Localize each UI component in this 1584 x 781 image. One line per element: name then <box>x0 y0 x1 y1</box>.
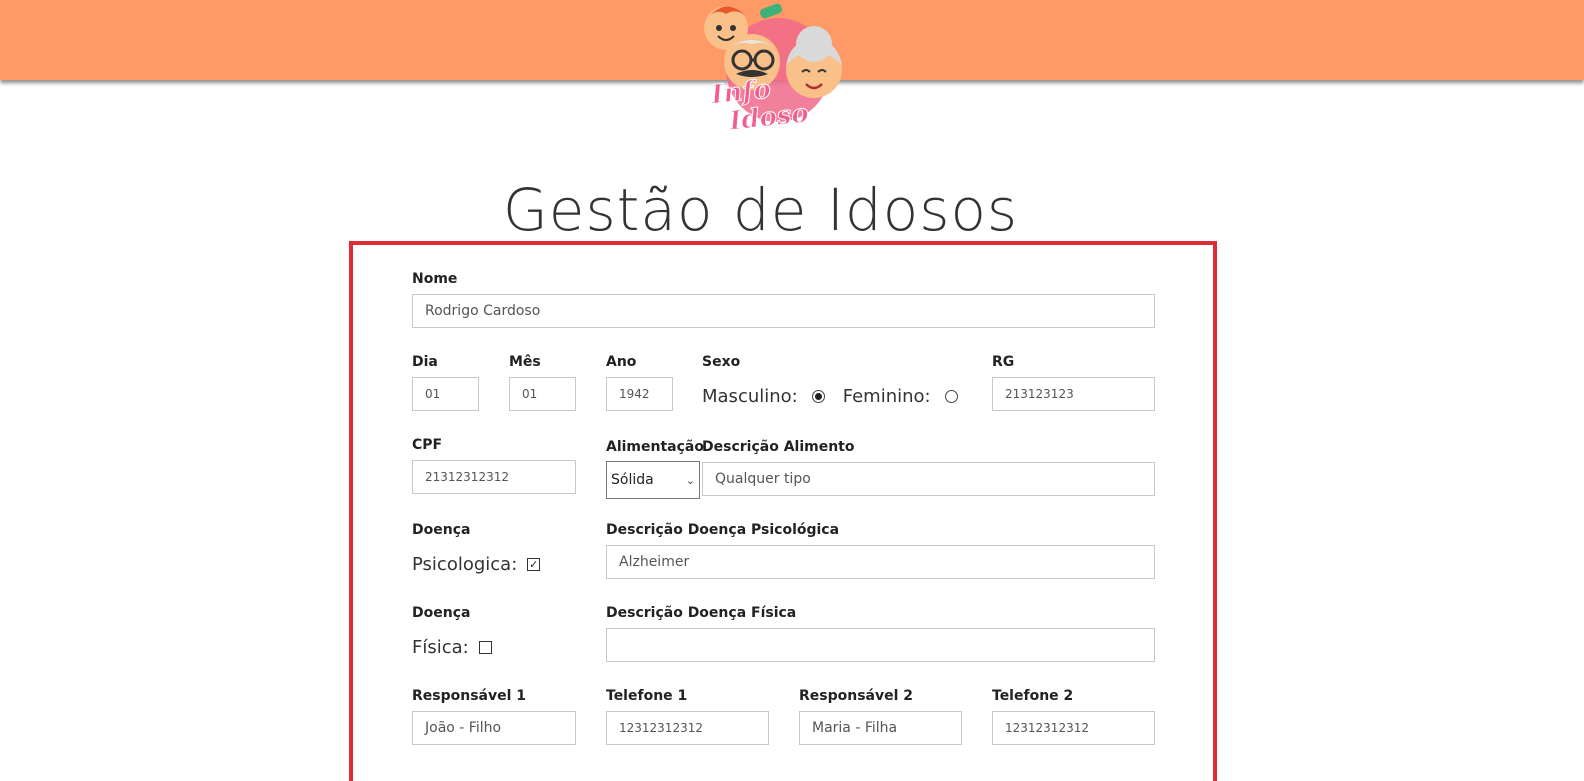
responsavel1-input[interactable]: João - Filho <box>412 711 576 745</box>
alimentacao-select[interactable]: Sólida ⌄ <box>606 461 700 499</box>
descricao-doenca-fisica-input[interactable] <box>606 628 1155 662</box>
responsavel2-input[interactable]: Maria - Filha <box>799 711 962 745</box>
doenca-psicologica-label: Doença <box>412 522 471 538</box>
psicologica-check-group: Psicologica: ✓ <box>412 554 541 575</box>
descricao-alimento-input[interactable]: Qualquer tipo <box>702 462 1155 496</box>
telefone2-label: Telefone 2 <box>992 688 1074 704</box>
sexo-options: Masculino: Feminino: <box>702 386 958 407</box>
fisica-check-label: Física: <box>412 637 469 658</box>
mes-input[interactable]: 01 <box>509 377 576 411</box>
descricao-doenca-psicologica-input[interactable]: Alzheimer <box>606 545 1155 579</box>
descricao-doenca-psicologica-label: Descrição Doença Psicológica <box>606 522 840 538</box>
feminino-radio[interactable] <box>944 390 958 403</box>
masculino-radio[interactable] <box>811 390 825 403</box>
telefone1-input[interactable]: 12312312312 <box>606 711 769 745</box>
alimentacao-label: Alimentação <box>606 439 704 455</box>
responsavel1-label: Responsável 1 <box>412 688 527 704</box>
chevron-down-icon: ⌄ <box>685 473 695 487</box>
masculino-label: Masculino: <box>702 386 798 407</box>
dia-label: Dia <box>412 354 438 370</box>
responsavel2-label: Responsável 2 <box>799 688 914 704</box>
mes-label: Mês <box>509 354 541 370</box>
rg-label: RG <box>992 354 1015 370</box>
cpf-label: CPF <box>412 437 443 453</box>
sexo-label: Sexo <box>702 354 741 370</box>
nome-label: Nome <box>412 271 458 287</box>
fisica-checkbox[interactable] <box>478 641 492 654</box>
telefone2-input[interactable]: 12312312312 <box>992 711 1155 745</box>
ano-input[interactable]: 1942 <box>606 377 673 411</box>
info-idoso-logo[interactable]: Info Idoso <box>686 0 856 140</box>
feminino-label: Feminino: <box>842 386 931 407</box>
fisica-check-group: Física: <box>412 637 492 658</box>
cpf-input[interactable]: 21312312312 <box>412 460 576 494</box>
doenca-fisica-label: Doença <box>412 605 471 621</box>
descricao-doenca-fisica-label: Descrição Doença Física <box>606 605 797 621</box>
radio-selected-dot <box>814 393 822 400</box>
telefone1-label: Telefone 1 <box>606 688 688 704</box>
psicologica-checkbox[interactable]: ✓ <box>527 558 541 571</box>
dia-input[interactable]: 01 <box>412 377 479 411</box>
nome-input[interactable]: Rodrigo Cardoso <box>412 294 1155 328</box>
alimentacao-selected: Sólida <box>611 472 654 488</box>
rg-input[interactable]: 213123123 <box>992 377 1155 411</box>
ano-label: Ano <box>606 354 637 370</box>
descricao-alimento-label: Descrição Alimento <box>702 439 855 455</box>
page-title: Gestão de Idosos <box>502 176 1019 244</box>
psicologica-check-label: Psicologica: <box>412 554 518 575</box>
